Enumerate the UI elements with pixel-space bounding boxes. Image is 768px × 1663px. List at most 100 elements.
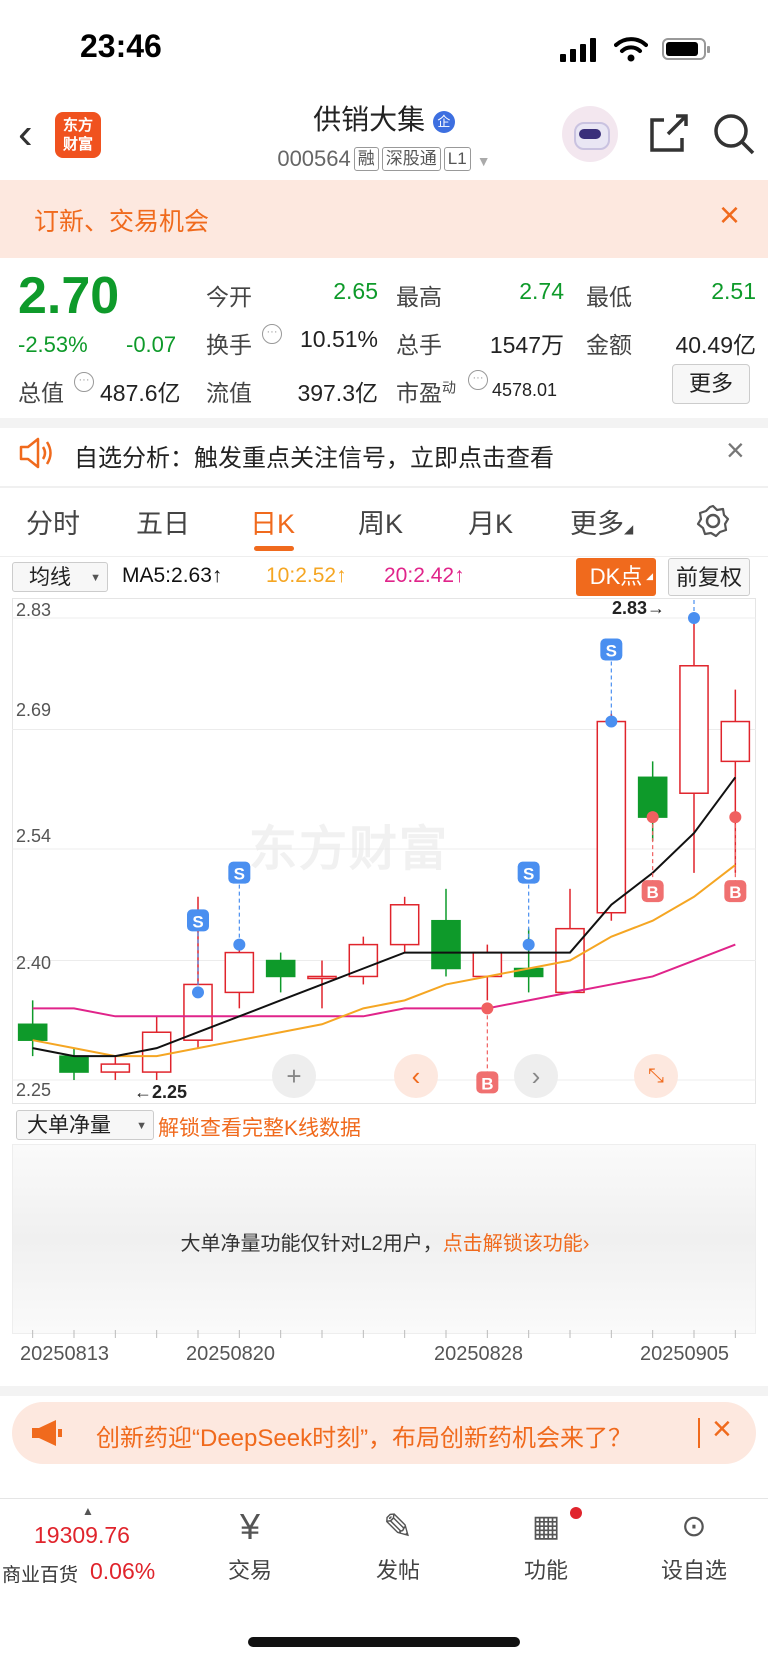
candle-body	[265, 959, 296, 978]
date-label: 20250813	[20, 1343, 109, 1365]
turnover-label: 换手	[206, 332, 252, 358]
low-label: 最低	[586, 284, 632, 310]
tab-intraday[interactable]: 分时	[26, 502, 80, 541]
candle-body	[141, 1031, 172, 1073]
settings-icon[interactable]	[696, 504, 730, 538]
float-value: 397.3亿	[297, 380, 378, 406]
candle-body	[224, 951, 255, 994]
adjust-button[interactable]: 前复权	[668, 558, 750, 596]
high-value: 2.74	[519, 278, 564, 304]
dk-button[interactable]: DK点 ◢	[576, 558, 656, 596]
alert-text[interactable]: 自选分析：触发重点关注信号，立即点击查看	[74, 438, 554, 473]
float-label: 流值	[206, 380, 252, 406]
nav-post[interactable]: ✎ 发帖	[338, 1505, 458, 1585]
open-label: 今开	[206, 284, 252, 310]
unlock-link[interactable]: 解锁查看完整K线数据	[158, 1112, 361, 1142]
pe-value: 4578.01	[492, 380, 558, 400]
signal-dot	[192, 986, 204, 999]
tab-monthly-k[interactable]: 月K	[468, 502, 513, 541]
news-ticker[interactable]: 创新药迎“DeepSeek时刻”，布局创新药机会来了？ ×	[12, 1402, 756, 1464]
share-icon[interactable]	[646, 112, 690, 156]
date-ticks	[32, 1330, 736, 1338]
l2-unlock-link[interactable]: 点击解锁该功能	[443, 1233, 583, 1255]
close-icon[interactable]: ×	[726, 432, 745, 469]
apps-grid-icon: ▦	[531, 1510, 561, 1543]
index-change: 0.06%	[90, 1558, 156, 1584]
sell-signal-label: S	[606, 642, 617, 661]
info-icon[interactable]: ···	[74, 372, 94, 392]
candle-body	[431, 919, 461, 970]
divider	[0, 1386, 768, 1396]
price-tick: 2.83	[16, 600, 52, 620]
buy-signal-label: B	[481, 1074, 493, 1093]
kline-svg[interactable]: SSBSSBSB	[12, 598, 756, 1104]
nav-trade[interactable]: ¥ 交易	[190, 1505, 310, 1585]
candle-body	[17, 1023, 48, 1041]
promo-banner[interactable]: 订新、交易机会 ×	[0, 180, 768, 258]
amount-label: 金额	[586, 332, 632, 358]
divider	[0, 1498, 768, 1499]
ma5-label: MA5:2.63↑	[122, 564, 223, 587]
banner-text: 订新、交易机会	[34, 208, 210, 236]
signal-dot	[688, 611, 700, 624]
sell-signal-label: S	[523, 865, 534, 884]
signal-icon	[560, 38, 600, 62]
signal-dot	[233, 938, 246, 951]
turnover-value: 10.51%	[299, 326, 378, 352]
candle-body	[307, 975, 337, 980]
signal-dot	[729, 811, 742, 824]
signal-dot	[605, 715, 618, 728]
candle-body	[100, 1063, 131, 1073]
home-indicator	[248, 1637, 520, 1647]
high-label: 最高	[396, 284, 442, 310]
sell-signal-label: S	[234, 865, 245, 884]
date-label: 20250820	[186, 1343, 275, 1365]
candle-body	[720, 720, 751, 763]
chart-prev-button[interactable]: ‹	[394, 1054, 438, 1098]
info-icon[interactable]: ···	[468, 370, 488, 390]
date-label: 20250828	[434, 1343, 523, 1365]
signal-dot	[646, 811, 659, 824]
index-name: 商业百货	[2, 1565, 79, 1586]
index-widget[interactable]: ▲ 19309.76 商业百货 0.06%	[0, 1500, 170, 1590]
chart-next-button[interactable]: ›	[514, 1054, 558, 1098]
open-value: 2.65	[333, 278, 378, 304]
price-tick: 2.40	[16, 953, 52, 973]
close-icon[interactable]: ×	[712, 1410, 732, 1449]
nav-add-watchlist[interactable]: ⊙ 设自选	[634, 1505, 754, 1585]
zoom-in-button[interactable]: +	[272, 1054, 316, 1098]
tab-more[interactable]: 更多◢	[570, 502, 633, 541]
pe-label: 市盈动	[396, 379, 456, 406]
ma-select[interactable]: 均线 ▼	[12, 562, 108, 592]
more-button[interactable]: 更多	[672, 364, 750, 404]
more-dots-icon: ⊙	[681, 1510, 707, 1543]
buy-signal-label: B	[729, 883, 741, 902]
search-icon[interactable]	[712, 112, 756, 156]
robot-avatar-icon[interactable]	[562, 106, 618, 162]
candle-body	[59, 1055, 89, 1073]
l2-message: 大单净量功能仅针对L2用户，	[180, 1233, 443, 1255]
tab-five-day[interactable]: 五日	[136, 502, 190, 541]
ma5-line	[32, 776, 737, 1058]
enterprise-badge: 企	[432, 111, 455, 133]
volume-value: 1547万	[489, 332, 564, 358]
volume-indicator-select[interactable]: 大单净量 ▼	[16, 1110, 154, 1140]
ma10-label: 10:2.52↑	[266, 564, 347, 587]
signal-dot	[481, 1002, 494, 1015]
tab-active-indicator	[254, 546, 294, 551]
volume-label: 总手	[396, 332, 442, 358]
close-icon[interactable]: ×	[719, 194, 740, 236]
amount-value: 40.49亿	[675, 332, 756, 358]
change-pct: -2.53%	[18, 332, 88, 357]
change-value: -0.07	[126, 332, 177, 357]
tab-daily-k[interactable]: 日K	[250, 502, 295, 541]
speaker-icon	[19, 437, 52, 469]
candle-body	[679, 665, 709, 794]
tab-weekly-k[interactable]: 周K	[358, 502, 403, 541]
price-tick: 2.25	[16, 1080, 52, 1100]
divider	[0, 418, 768, 428]
info-icon[interactable]: ···	[262, 324, 282, 344]
nav-functions[interactable]: ▦ 功能	[486, 1505, 606, 1585]
fullscreen-button[interactable]: ⤡	[634, 1054, 678, 1098]
price-tick: 2.54	[16, 826, 52, 846]
